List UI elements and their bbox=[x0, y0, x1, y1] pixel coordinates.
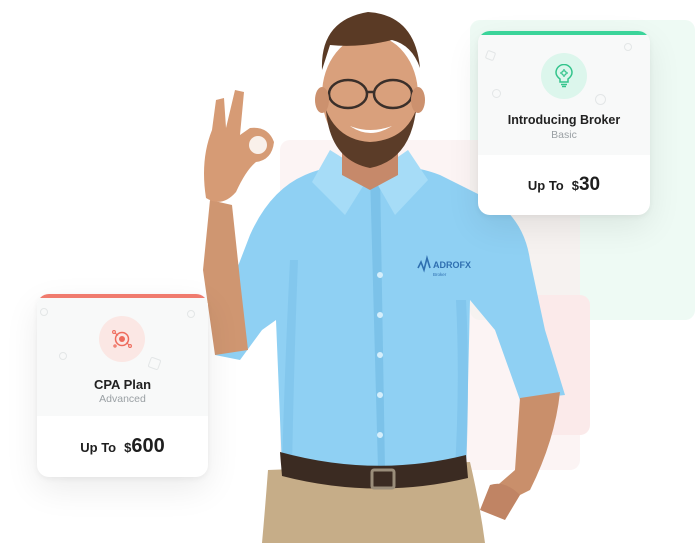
shirt-logo-text: ADROFX bbox=[433, 260, 471, 270]
price-prefix: Up To bbox=[527, 178, 564, 193]
price-prefix: Up To bbox=[80, 440, 117, 455]
price-currency: $ bbox=[124, 440, 132, 455]
price-amount: 30 bbox=[578, 174, 601, 195]
broker-card-title: Introducing Broker bbox=[507, 113, 621, 127]
broker-card-price-area: Up To $ 30 bbox=[478, 155, 650, 215]
decor-circle bbox=[595, 94, 606, 105]
cpa-plan-card[interactable]: CPA Plan Advanced Up To $ 600 bbox=[37, 294, 208, 477]
cpa-card-accent-bar bbox=[37, 294, 208, 298]
decor-circle bbox=[59, 352, 67, 360]
shirt-logo-subtext: Broker bbox=[433, 272, 447, 277]
decor-circle bbox=[40, 308, 48, 316]
promo-stage: ADROFX Broker Introducing Broker Basic U… bbox=[0, 0, 695, 543]
decor-circle bbox=[492, 89, 501, 98]
price-amount: 600 bbox=[131, 435, 165, 457]
broker-card-subtitle: Basic bbox=[551, 129, 577, 141]
lightbulb-gear-icon bbox=[541, 53, 587, 99]
broker-card-accent-bar bbox=[478, 31, 650, 35]
cpa-card-title: CPA Plan bbox=[93, 377, 152, 392]
broker-price: Up To $ 30 bbox=[528, 174, 600, 196]
price-currency: $ bbox=[571, 178, 579, 193]
target-icon bbox=[99, 316, 145, 362]
decor-circle bbox=[624, 43, 632, 51]
cpa-card-price-area: Up To $ 600 bbox=[37, 416, 208, 477]
cpa-card-subtitle: Advanced bbox=[99, 393, 146, 405]
cpa-price: Up To $ 600 bbox=[80, 435, 164, 458]
introducing-broker-card[interactable]: Introducing Broker Basic Up To $ 30 bbox=[478, 31, 650, 215]
decor-circle bbox=[187, 310, 195, 318]
